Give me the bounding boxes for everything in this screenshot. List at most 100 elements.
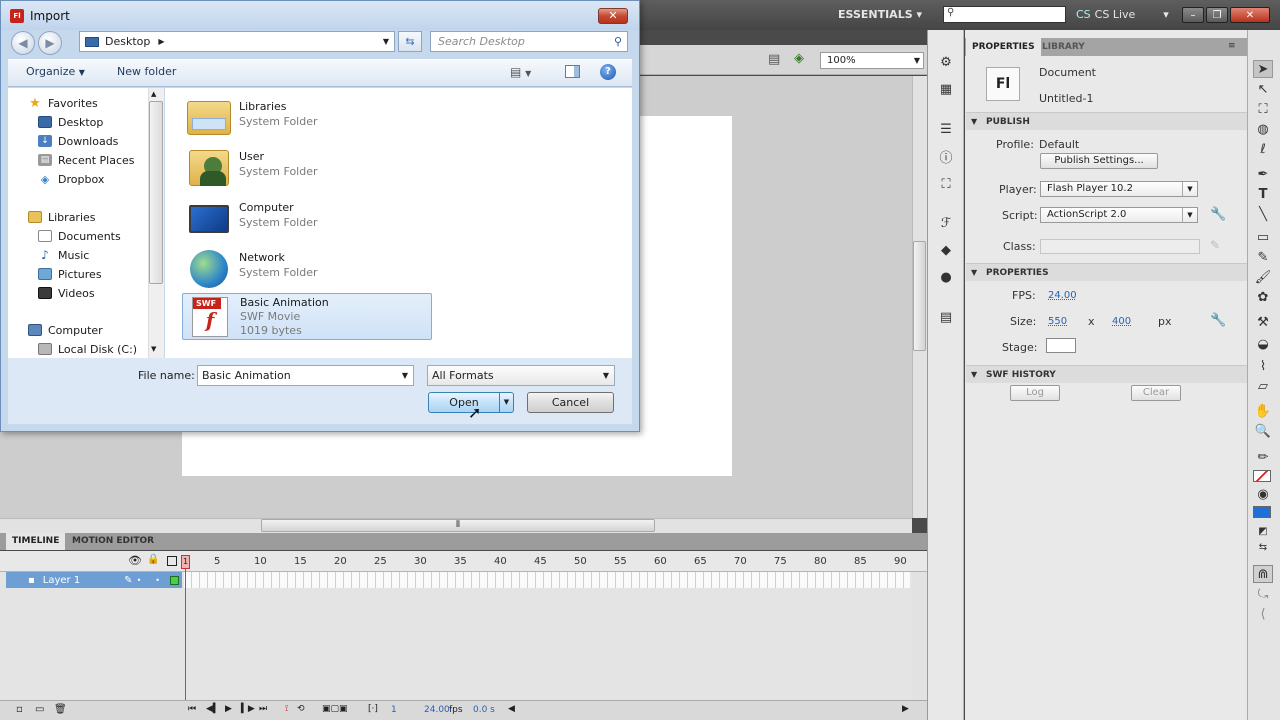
view-options-icon[interactable]: ▤ ▼ <box>510 65 531 79</box>
publish-settings-button[interactable]: Publish Settings... <box>1040 153 1158 169</box>
minimize-button[interactable]: – <box>1182 7 1204 23</box>
frames-row[interactable] <box>184 572 910 588</box>
center-frame-icon[interactable]: ⟟ <box>285 704 288 714</box>
motion-presets-icon[interactable]: ⚙ <box>936 53 956 71</box>
nav-documents[interactable]: Documents <box>38 227 121 245</box>
nav-local-disk[interactable]: Local Disk (C:) <box>38 340 137 358</box>
lasso-tool-icon[interactable]: ℓ <box>1253 140 1273 158</box>
stage-vscroll-thumb[interactable] <box>913 241 926 351</box>
file-item-computer[interactable]: Computer System Folder <box>182 195 434 243</box>
wrench-icon[interactable]: 🔧 <box>1210 207 1226 222</box>
new-folder-button[interactable]: New folder <box>117 65 176 78</box>
rectangle-tool-icon[interactable]: ▭ <box>1253 228 1273 246</box>
selection-tool-icon[interactable]: ➤ <box>1253 60 1273 78</box>
snap-to-objects-icon[interactable]: ⋒ <box>1253 565 1273 583</box>
publish-section-header[interactable]: PUBLISH <box>966 112 1247 131</box>
help-icon[interactable]: ? <box>600 64 616 80</box>
lock-dot-icon[interactable]: • <box>155 576 160 585</box>
file-item-libraries[interactable]: Libraries System Folder <box>182 94 434 142</box>
wrench-icon[interactable]: 🔧 <box>1210 313 1226 328</box>
info-icon[interactable]: ⓘ <box>936 147 956 166</box>
deco-tool-icon[interactable]: ✿ <box>1253 288 1273 306</box>
outline-color-icon[interactable] <box>170 575 179 585</box>
bone-tool-icon[interactable]: ⚒ <box>1253 313 1273 331</box>
playhead[interactable] <box>185 556 186 700</box>
file-item-user[interactable]: User System Folder <box>182 144 434 192</box>
lock-icon[interactable]: 🔒 <box>147 554 159 565</box>
back-button[interactable]: ◀ <box>11 31 35 55</box>
fill-swatch[interactable] <box>1253 506 1271 518</box>
brush-tool-icon[interactable]: 🖌 <box>1253 268 1273 286</box>
stroke-color-icon[interactable]: ✏ <box>1253 448 1273 466</box>
nav-computer[interactable]: Computer <box>28 321 103 339</box>
nav-recent-places[interactable]: ▤ Recent Places <box>38 151 135 169</box>
outline-icon[interactable] <box>167 556 177 566</box>
first-frame-icon[interactable]: ⏮ <box>188 704 196 714</box>
edit-scene-icon[interactable]: ◈ <box>794 51 804 66</box>
library-icon[interactable]: ▤ <box>936 308 956 326</box>
pen-tool-icon[interactable]: ✒ <box>1253 165 1273 183</box>
tab-library[interactable]: LIBRARY <box>1036 38 1091 56</box>
visibility-dot-icon[interactable]: • <box>137 576 142 585</box>
nav-videos[interactable]: Videos <box>38 284 95 302</box>
organize-button[interactable]: Organize ▼ <box>26 65 85 78</box>
hand-tool-icon[interactable]: ✋ <box>1253 402 1273 420</box>
zoom-tool-icon[interactable]: 🔍 <box>1253 422 1273 440</box>
elapsed-time[interactable]: 0.0 s <box>473 705 495 715</box>
width-value[interactable]: 550 <box>1048 316 1067 327</box>
new-folder-icon[interactable]: ▭ <box>35 704 44 715</box>
delete-layer-icon[interactable]: 🗑 <box>54 704 67 715</box>
edit-markers-icon[interactable]: [·] <box>368 704 378 714</box>
eraser-tool-icon[interactable]: ▱ <box>1253 377 1273 395</box>
swf-history-section-header[interactable]: SWF HISTORY <box>966 365 1247 384</box>
swap-colors-icon[interactable]: ⇆ <box>1253 538 1273 556</box>
stage-hscroll-thumb[interactable]: ⦀ <box>261 519 655 532</box>
file-item-network[interactable]: Network System Folder <box>182 245 434 293</box>
tab-timeline[interactable]: TIMELINE <box>6 533 66 550</box>
eyedropper-tool-icon[interactable]: ⌇ <box>1253 357 1273 375</box>
cs-live-button[interactable]: CS CS Live ▾ <box>1076 8 1169 21</box>
nav-libraries[interactable]: Libraries <box>28 208 96 226</box>
text-tool-icon[interactable]: T <box>1253 185 1273 203</box>
fill-color-icon[interactable]: ◉ <box>1253 485 1273 503</box>
playhead-handle[interactable]: 1 <box>181 555 190 569</box>
preview-pane-icon[interactable] <box>565 65 580 78</box>
edit-symbols-icon[interactable]: ▤ <box>768 52 780 67</box>
chevron-down-icon[interactable]: ▼ <box>383 37 389 46</box>
align-icon[interactable]: ☰ <box>936 120 956 138</box>
player-select[interactable]: Flash Player 10.2 ▼ <box>1040 181 1198 197</box>
tab-properties[interactable]: PROPERTIES <box>966 38 1041 56</box>
frame-rate[interactable]: 24.00 <box>424 705 450 715</box>
tab-motion-editor[interactable]: MOTION EDITOR <box>66 533 160 550</box>
fps-value[interactable]: 24.00 <box>1048 290 1077 301</box>
scroll-down-icon[interactable]: ▼ <box>151 345 156 353</box>
search-desktop-input[interactable]: Search Desktop ⚲ <box>430 31 628 52</box>
cancel-button[interactable]: Cancel <box>527 392 614 413</box>
nav-dropbox[interactable]: ◈ Dropbox <box>38 170 105 188</box>
play-icon[interactable]: ▶ <box>225 704 232 714</box>
subselection-tool-icon[interactable]: ↖ <box>1253 80 1273 98</box>
script-select[interactable]: ActionScript 2.0 ▼ <box>1040 207 1198 223</box>
address-bar[interactable]: Desktop ▶ ▼ <box>79 31 395 52</box>
refresh-button[interactable]: ⇆ <box>398 31 422 52</box>
chevron-down-icon[interactable]: ▼ <box>402 366 408 385</box>
dialog-close-button[interactable]: ✕ <box>598 8 628 24</box>
last-frame-icon[interactable]: ⏭ <box>259 704 267 714</box>
line-tool-icon[interactable]: ╲ <box>1253 205 1273 223</box>
loop-icon[interactable]: ⟲ <box>297 704 305 714</box>
class-input[interactable] <box>1040 239 1200 254</box>
transform-icon[interactable]: ⛶ <box>936 175 956 193</box>
dialog-titlebar[interactable] <box>1 1 639 30</box>
forward-button[interactable]: ▶ <box>38 31 62 55</box>
nav-music[interactable]: ♪ Music <box>38 246 89 264</box>
scroll-up-icon[interactable]: ▲ <box>151 90 156 98</box>
grid-icon[interactable]: ▦ <box>936 80 956 98</box>
components-icon[interactable]: ◆ <box>936 241 956 259</box>
scroll-left-icon[interactable]: ◀ <box>508 704 515 714</box>
3d-rotation-tool-icon[interactable]: ◍ <box>1253 120 1273 138</box>
file-item-basic-animation[interactable]: SWF f Basic Animation SWF Movie 1019 byte… <box>182 293 432 340</box>
free-transform-tool-icon[interactable]: ⛶ <box>1253 100 1273 118</box>
clear-button[interactable]: Clear <box>1131 385 1181 401</box>
pencil-tool-icon[interactable]: ✎ <box>1253 248 1273 266</box>
zoom-select[interactable]: 100% ▼ <box>820 52 924 69</box>
